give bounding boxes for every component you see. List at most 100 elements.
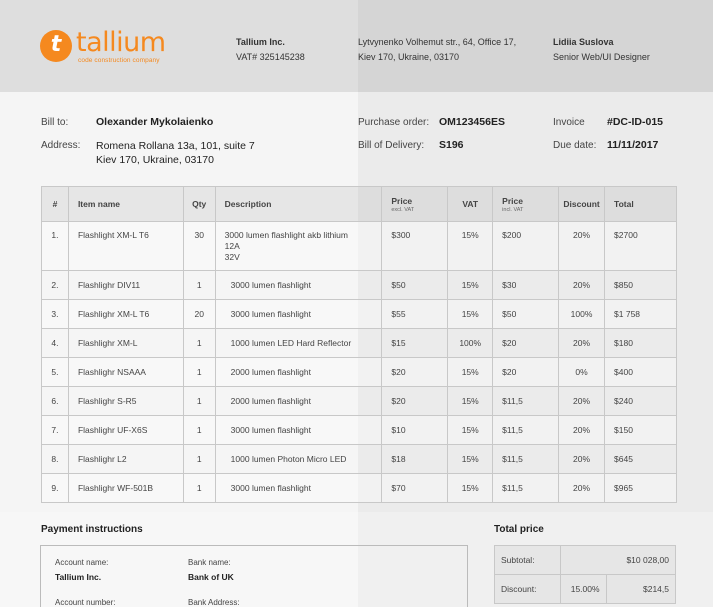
cell-qty: 1 bbox=[182, 415, 216, 445]
cell-total: $150 bbox=[604, 415, 677, 445]
cell-vat: 15% bbox=[447, 415, 494, 445]
description-line: 12A bbox=[224, 241, 240, 251]
col-desc-header: Description bbox=[214, 186, 383, 222]
cell-qty: 1 bbox=[182, 473, 216, 503]
invoice-number: #DC-ID-015 bbox=[607, 116, 664, 128]
company-address: Lytvynenko Volhemut str., 64, Office 17,… bbox=[358, 35, 516, 65]
description-line: 3000 lumen flashlight akb lithium bbox=[224, 230, 348, 240]
contact-role: Senior Web/UI Designer bbox=[553, 52, 650, 62]
cell-price-incl: $11,5 bbox=[492, 473, 560, 503]
cell-price-incl: $50 bbox=[492, 299, 560, 329]
discount-label: Discount: bbox=[494, 574, 561, 604]
cell-price-incl: $20 bbox=[492, 328, 560, 358]
cell-price-incl: $11,5 bbox=[492, 444, 560, 474]
description-line: 32V bbox=[224, 252, 240, 262]
cell-description: 3000 lumen flashlight bbox=[214, 415, 383, 445]
cell-price-incl: $200 bbox=[492, 221, 560, 271]
cell-item-name: Flashlighr XM-L bbox=[67, 328, 184, 358]
cell-discount: 20% bbox=[558, 444, 606, 474]
address-label: Address: bbox=[41, 140, 81, 151]
subtotal-row: Subtotal: $10 028,00 bbox=[494, 545, 677, 575]
discount-row: Discount: 15.00% $214,5 bbox=[494, 574, 677, 604]
cell-discount: 20% bbox=[558, 328, 606, 358]
table-header-row: # Item name Qty Description Price excl. V… bbox=[41, 186, 677, 222]
purchase-order-value: OM123456ES bbox=[439, 116, 505, 128]
bank-name-label: Bank name: bbox=[188, 558, 231, 567]
cell-price: $300 bbox=[381, 221, 449, 271]
cell-price-incl: $11,5 bbox=[492, 386, 560, 416]
cell-price: $20 bbox=[381, 357, 449, 387]
company-vat: VAT# 325145238 bbox=[236, 52, 305, 62]
col-vat-header: VAT bbox=[447, 186, 494, 222]
cell-total: $645 bbox=[604, 444, 677, 474]
cell-description: 3000 lumen flashlight bbox=[214, 299, 383, 329]
cell-discount: 100% bbox=[558, 299, 606, 329]
company-address-line1: Lytvynenko Volhemut str., 64, Office 17, bbox=[358, 37, 517, 47]
cell-description: 2000 lumen flashlight bbox=[214, 357, 383, 387]
cell-description: 1000 lumen Photon Micro LED bbox=[214, 444, 383, 474]
cell-item-name: Flashlighr UF-X6S bbox=[67, 415, 184, 445]
company-logo: t tallium code construction company bbox=[40, 29, 166, 64]
cell-price-incl: $30 bbox=[492, 270, 560, 300]
cell-vat: 15% bbox=[447, 270, 494, 300]
cell-price: $18 bbox=[381, 444, 449, 474]
payment-box: Account name: Tallium Inc. Bank name: Ba… bbox=[40, 545, 468, 607]
cell-item-name: Flashlighr S-R5 bbox=[67, 386, 184, 416]
cell-total: $240 bbox=[604, 386, 677, 416]
items-table: # Item name Qty Description Price excl. V… bbox=[41, 186, 677, 503]
col-price-header: Price excl. VAT bbox=[381, 186, 449, 222]
cell-vat: 100% bbox=[447, 328, 494, 358]
subtotal-label: Subtotal: bbox=[494, 545, 561, 575]
cell-total: $180 bbox=[604, 328, 677, 358]
description-line: 3000 lumen flashlight bbox=[230, 279, 312, 290]
cell-num: 4. bbox=[41, 328, 69, 358]
cell-description: 3000 lumen flashlight akb lithium 12A 32V bbox=[214, 221, 383, 271]
col-discount-header: Discount bbox=[558, 186, 606, 222]
cell-num: 1. bbox=[41, 221, 69, 271]
cell-item-name: Flashlight XM-L T6 bbox=[67, 221, 184, 271]
bill-address-line1: Romena Rollana 13a, 101, suite 7 bbox=[96, 140, 255, 152]
cell-vat: 15% bbox=[447, 357, 494, 387]
account-name-value: Tallium Inc. bbox=[55, 572, 102, 582]
logo-mark-icon: t bbox=[40, 30, 72, 62]
due-date-value: 11/11/2017 bbox=[607, 139, 659, 151]
cell-item-name: Flashlighr XM-L T6 bbox=[67, 299, 184, 329]
description-line: 3000 lumen flashlight bbox=[230, 308, 312, 319]
cell-qty: 30 bbox=[182, 221, 216, 271]
cell-discount: 0% bbox=[558, 357, 606, 387]
totals-table: Subtotal: $10 028,00 Discount: 15.00% $2… bbox=[494, 545, 677, 604]
bank-address-label: Bank Address: bbox=[188, 598, 240, 607]
col-qty-header: Qty bbox=[182, 186, 216, 222]
cell-description: 3000 lumen flashlight bbox=[214, 270, 383, 300]
purchase-order-label: Purchase order: bbox=[358, 117, 430, 128]
table-row: 1. Flashlight XM-L T6 30 3000 lumen flashli… bbox=[41, 221, 677, 271]
table-row: 9. Flashlighr WF-501B 1 3000 lumen flashlig… bbox=[41, 473, 677, 503]
account-name-label: Account name: bbox=[55, 558, 109, 567]
company-info: Tallium Inc. VAT# 325145238 bbox=[236, 35, 305, 65]
cell-qty: 1 bbox=[182, 386, 216, 416]
cell-qty: 1 bbox=[182, 357, 216, 387]
due-date-label: Due date: bbox=[553, 140, 597, 151]
cell-num: 7. bbox=[41, 415, 69, 445]
bill-to-name: Olexander Mykolaienko bbox=[96, 116, 214, 128]
cell-description: 1000 lumen LED Hard Reflector bbox=[214, 328, 383, 358]
cell-item-name: Flashlighr L2 bbox=[67, 444, 184, 474]
cell-total: $2700 bbox=[604, 221, 677, 271]
payment-title: Payment instructions bbox=[41, 524, 143, 535]
company-legal-name: Tallium Inc. bbox=[236, 37, 285, 47]
description-line: 1000 lumen Photon Micro LED bbox=[230, 453, 347, 464]
table-row: 6. Flashlighr S-R5 1 2000 lumen flashlight $… bbox=[41, 386, 677, 416]
bill-to-label: Bill to: bbox=[41, 117, 69, 128]
cell-price-incl: $20 bbox=[492, 357, 560, 387]
cell-description: 2000 lumen flashlight bbox=[214, 386, 383, 416]
cell-num: 5. bbox=[41, 357, 69, 387]
cell-qty: 1 bbox=[182, 328, 216, 358]
col-price-incl-header: Price incl. VAT bbox=[492, 186, 560, 222]
total-price-title: Total price bbox=[494, 524, 544, 535]
description-line: 2000 lumen flashlight bbox=[230, 395, 312, 406]
table-row: 3. Flashlighr XM-L T6 20 3000 lumen flashli… bbox=[41, 299, 677, 329]
cell-price-incl: $11,5 bbox=[492, 415, 560, 445]
cell-num: 9. bbox=[41, 473, 69, 503]
subtotal-value: $10 028,00 bbox=[559, 545, 677, 575]
description-line: 3000 lumen flashlight bbox=[230, 482, 312, 493]
